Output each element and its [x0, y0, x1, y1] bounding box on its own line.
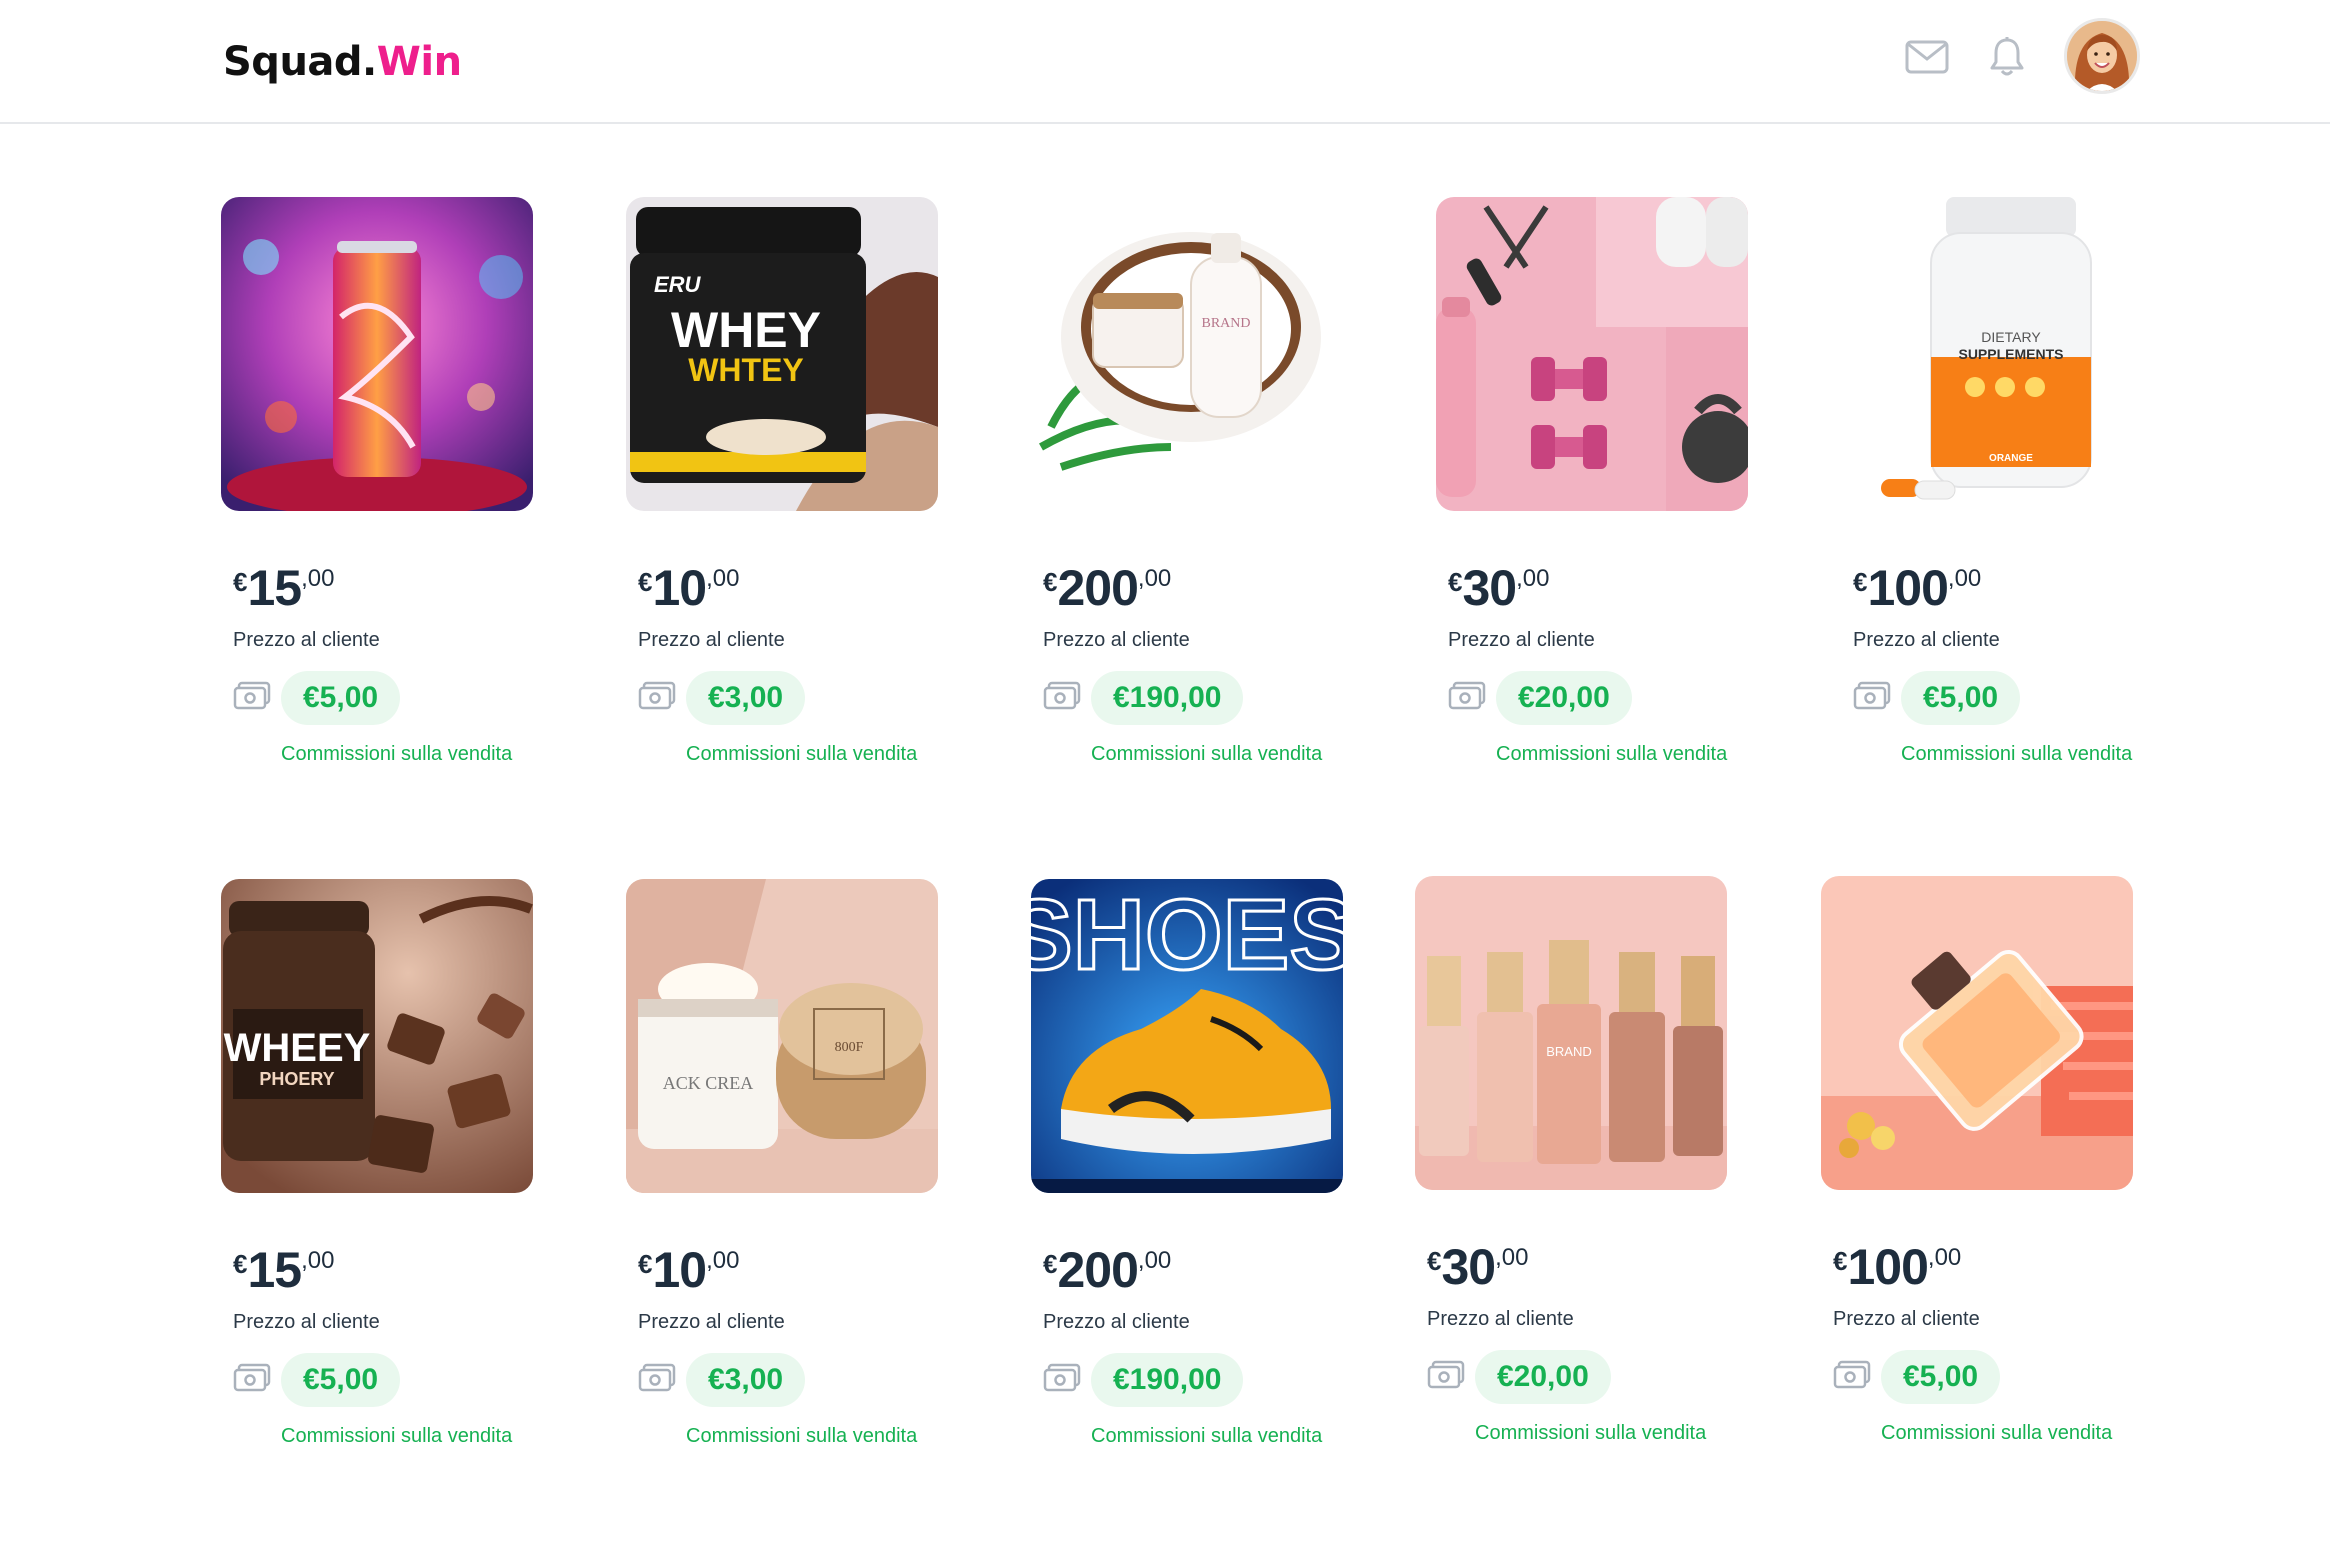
banknote-icon: [1043, 681, 1081, 710]
pink-fitness-set-image[interactable]: [1436, 197, 1748, 511]
svg-text:ACK CREA: ACK CREA: [663, 1073, 754, 1093]
svg-text:BRAND: BRAND: [1201, 316, 1250, 331]
chocolate-whey-tub-image[interactable]: WHEEY PHOERY: [221, 879, 533, 1193]
svg-text:SHOES: SHOES: [1031, 879, 1343, 991]
commission-amount: €3,00: [686, 671, 806, 725]
commission-label: Commissioni sulla vendita: [1496, 743, 1728, 765]
sneaker-shoes-poster-image[interactable]: SHOES: [1031, 879, 1343, 1193]
commission-amount: €3,00: [686, 1353, 806, 1407]
svg-text:SUPPLEMENTS: SUPPLEMENTS: [1958, 346, 2063, 362]
product-card[interactable]: SHOES €200,00 Prezzo al cliente €190,00 …: [1031, 879, 1431, 1447]
customer-price: €10,00: [638, 1242, 740, 1298]
banknote-icon: [1853, 681, 1891, 710]
commission-label: Commissioni sulla vendita: [1091, 743, 1323, 765]
product-card[interactable]: DIETARY SUPPLEMENTS ORANGE €100,00 Prezz…: [1841, 197, 2241, 765]
svg-text:BRAND: BRAND: [1546, 1044, 1592, 1059]
svg-text:PHOERY: PHOERY: [259, 1069, 334, 1089]
customer-price: €200,00: [1043, 560, 1172, 616]
perfume-bottle-image[interactable]: [1821, 876, 2133, 1190]
foundation-bottles-image[interactable]: BRAND: [1415, 876, 1727, 1190]
commission-amount: €5,00: [1901, 671, 2021, 725]
coconut-cosmetics-image[interactable]: BRAND: [1031, 197, 1343, 511]
commission-amount: €5,00: [281, 671, 401, 725]
logo-text-part1: Squad.: [223, 39, 377, 85]
squadwin-logo[interactable]: Squad.Win: [223, 36, 462, 88]
commission-label: Commissioni sulla vendita: [1881, 1422, 2113, 1444]
commission-label: Commissioni sulla vendita: [1901, 743, 2133, 765]
product-card[interactable]: ERU WHEY WHTEY €10,00 Prezzo al cliente …: [626, 197, 1026, 765]
commission-label: Commissioni sulla vendita: [686, 1425, 918, 1447]
product-card[interactable]: €15,00 Prezzo al cliente €5,00 Commissio…: [221, 197, 621, 765]
commission-label: Commissioni sulla vendita: [281, 743, 513, 765]
commission-amount: €190,00: [1091, 1353, 1244, 1407]
commission-amount: €190,00: [1091, 671, 1244, 725]
price-label: Prezzo al cliente: [1448, 629, 1595, 651]
commission-amount: €5,00: [1881, 1350, 2001, 1404]
svg-text:DIETARY: DIETARY: [1981, 329, 2041, 345]
price-label: Prezzo al cliente: [1853, 629, 2000, 651]
customer-price: €100,00: [1853, 560, 1982, 616]
banknote-icon: [1833, 1360, 1871, 1389]
user-avatar[interactable]: [2064, 18, 2140, 94]
customer-price: €10,00: [638, 560, 740, 616]
product-card[interactable]: BRAND €200,00 Prezzo al cliente €190,00 …: [1031, 197, 1431, 765]
commission-amount: €20,00: [1496, 671, 1632, 725]
commission-label: Commissioni sulla vendita: [686, 743, 918, 765]
dietary-supplements-bottle-image[interactable]: DIETARY SUPPLEMENTS ORANGE: [1841, 197, 2153, 511]
product-card[interactable]: €30,00 Prezzo al cliente €20,00 Commissi…: [1436, 197, 1836, 765]
banknote-icon: [638, 681, 676, 710]
product-card[interactable]: €100,00 Prezzo al cliente €5,00 Commissi…: [1821, 876, 2221, 1444]
price-label: Prezzo al cliente: [1043, 1311, 1190, 1333]
price-label: Prezzo al cliente: [1427, 1308, 1574, 1330]
product-card[interactable]: ACK CREA 800F €10,00 Prezzo al cliente €…: [626, 879, 1026, 1447]
customer-price: €30,00: [1427, 1239, 1529, 1295]
price-label: Prezzo al cliente: [638, 1311, 785, 1333]
commission-amount: €5,00: [281, 1353, 401, 1407]
price-label: Prezzo al cliente: [233, 629, 380, 651]
svg-text:WHTEY: WHTEY: [688, 352, 804, 388]
price-label: Prezzo al cliente: [233, 1311, 380, 1333]
svg-text:ORANGE: ORANGE: [1989, 453, 2033, 464]
face-cream-jars-image[interactable]: ACK CREA 800F: [626, 879, 938, 1193]
svg-text:WHEY: WHEY: [671, 302, 821, 358]
bell-icon[interactable]: [1984, 34, 2030, 80]
customer-price: €15,00: [233, 1242, 335, 1298]
customer-price: €200,00: [1043, 1242, 1172, 1298]
commission-label: Commissioni sulla vendita: [1475, 1422, 1707, 1444]
banknote-icon: [1427, 1360, 1465, 1389]
price-label: Prezzo al cliente: [1833, 1308, 1980, 1330]
commission-label: Commissioni sulla vendita: [1091, 1425, 1323, 1447]
top-header: Squad.Win: [0, 0, 2330, 124]
product-card[interactable]: WHEEY PHOERY €15,00 Prezzo al cliente €5…: [221, 879, 621, 1447]
customer-price: €100,00: [1833, 1239, 1962, 1295]
banknote-icon: [233, 681, 271, 710]
svg-text:ERU: ERU: [654, 272, 702, 297]
logo-text-part2: Win: [376, 39, 462, 85]
svg-text:800F: 800F: [835, 1040, 864, 1055]
commission-amount: €20,00: [1475, 1350, 1611, 1404]
banknote-icon: [638, 1363, 676, 1392]
svg-text:WHEEY: WHEEY: [224, 1026, 371, 1070]
price-label: Prezzo al cliente: [1043, 629, 1190, 651]
mail-icon[interactable]: [1904, 34, 1950, 80]
product-card[interactable]: BRAND €30,00 Prezzo al cliente €20,00 Co…: [1415, 876, 1815, 1444]
customer-price: €30,00: [1448, 560, 1550, 616]
energy-drink-can-image[interactable]: [221, 197, 533, 511]
banknote-icon: [1448, 681, 1486, 710]
whey-protein-tub-image[interactable]: ERU WHEY WHTEY: [626, 197, 938, 511]
banknote-icon: [233, 1363, 271, 1392]
customer-price: €15,00: [233, 560, 335, 616]
price-label: Prezzo al cliente: [638, 629, 785, 651]
commission-label: Commissioni sulla vendita: [281, 1425, 513, 1447]
banknote-icon: [1043, 1363, 1081, 1392]
